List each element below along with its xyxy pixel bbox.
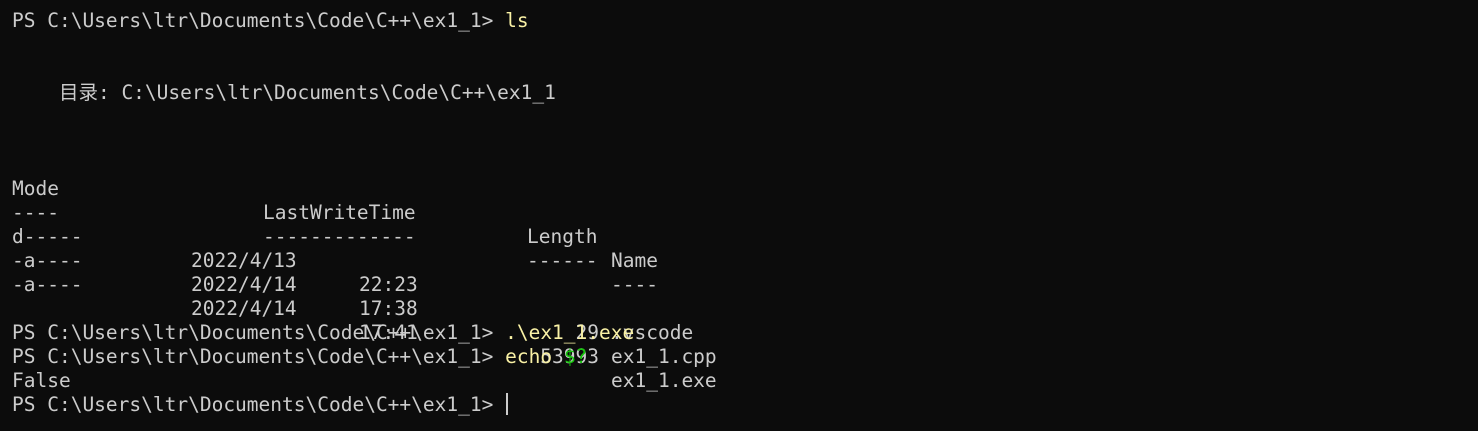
command-text: ls	[505, 9, 529, 32]
directory-heading: 目录: C:\Users\ltr\Documents\Code\C++\ex1_…	[12, 81, 556, 104]
underline-name: ----	[611, 273, 658, 296]
command-text: .\ex1_1.exe	[505, 321, 635, 344]
terminal-window[interactable]: PS C:\Users\ltr\Documents\Code\C++\ex1_1…	[0, 0, 1478, 431]
table-row: d----- 2022/4/13 22:23 .vscode	[12, 201, 732, 344]
command-text: echo	[505, 345, 553, 368]
row-date: 2022/4/14	[191, 273, 297, 296]
row-time: 17:38	[359, 297, 418, 320]
table-row: -a---- 2022/4/14 17:41 53993 ex1_1.exe	[12, 249, 732, 392]
listing-header-row: Mode LastWriteTime Length Name	[12, 153, 732, 272]
command-line-run-exe: PS C:\Users\ltr\Documents\Code\C++\ex1_1…	[12, 321, 634, 345]
text-cursor	[506, 393, 508, 415]
command-argument: $?	[563, 345, 588, 368]
table-row: -a---- 2022/4/14 17:38 29 ex1_1.cpp	[12, 225, 732, 368]
row-name: ex1_1.cpp	[611, 345, 717, 368]
prompt: PS C:\Users\ltr\Documents\Code\C++\ex1_1…	[12, 393, 506, 416]
row-mode: -a----	[12, 273, 83, 296]
active-prompt-line[interactable]: PS C:\Users\ltr\Documents\Code\C++\ex1_1…	[12, 393, 508, 417]
prompt: PS C:\Users\ltr\Documents\Code\C++\ex1_1…	[12, 9, 506, 32]
command-line-echo: PS C:\Users\ltr\Documents\Code\C++\ex1_1…	[12, 345, 587, 369]
command-output: False	[12, 369, 71, 392]
row-time: 22:23	[359, 273, 418, 296]
prompt: PS C:\Users\ltr\Documents\Code\C++\ex1_1…	[12, 345, 506, 368]
command-line-ls: PS C:\Users\ltr\Documents\Code\C++\ex1_1…	[12, 9, 529, 33]
prompt: PS C:\Users\ltr\Documents\Code\C++\ex1_1…	[12, 321, 506, 344]
listing-underline-row: ---- ------------- ------ ----	[12, 177, 732, 296]
row-date: 2022/4/14	[191, 297, 297, 320]
row-name: ex1_1.exe	[611, 369, 717, 392]
